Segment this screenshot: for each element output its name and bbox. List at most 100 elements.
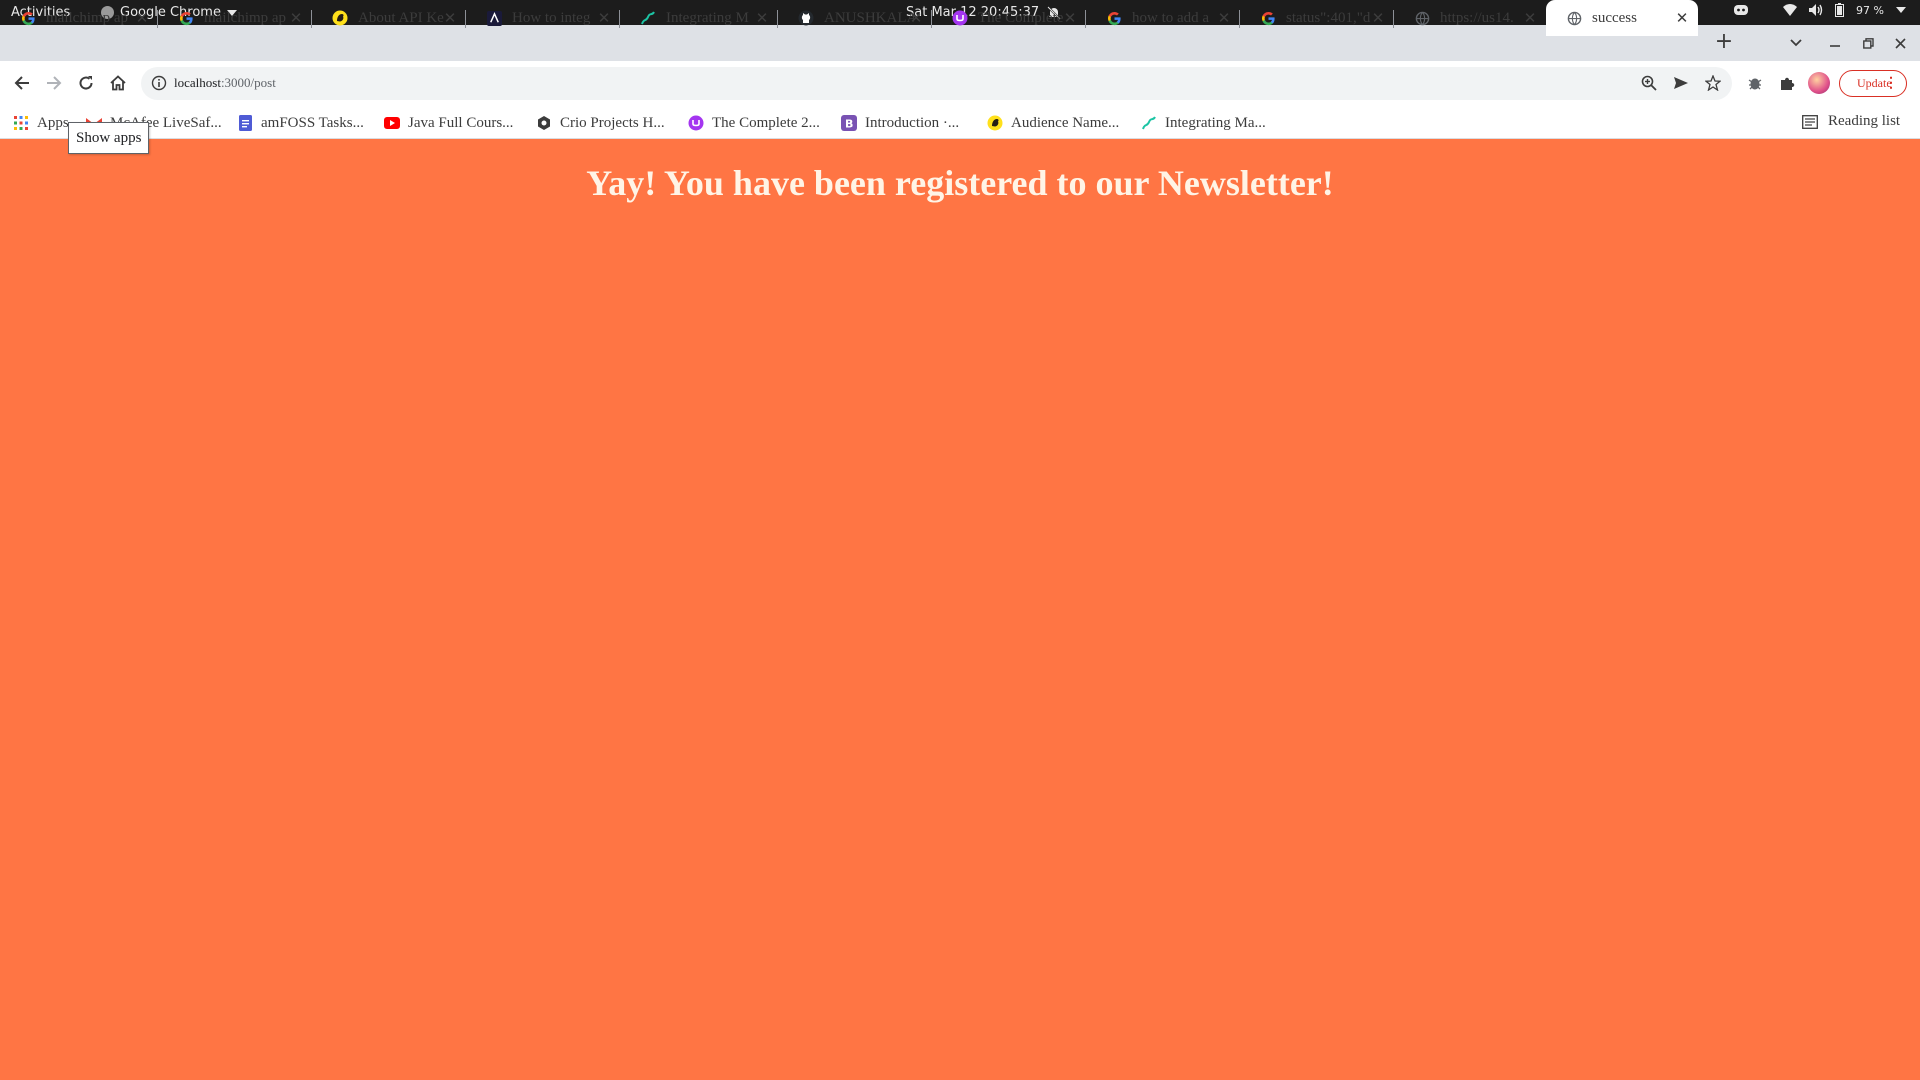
- tab-7[interactable]: how to add a ✕: [1086, 0, 1240, 36]
- tab-title: The Complete: [978, 9, 1064, 26]
- docs-icon: [237, 115, 253, 131]
- youtube-icon: [384, 115, 400, 131]
- apps-grid-icon: [13, 115, 29, 131]
- tab-5[interactable]: ANUSHKALA ✕: [778, 0, 932, 36]
- course-icon: [688, 115, 704, 131]
- tab-title: How to integ: [512, 9, 591, 26]
- system-tray[interactable]: 97 %: [1733, 3, 1906, 17]
- tab-active-success[interactable]: success ✕: [1546, 0, 1698, 36]
- puzzle-extensions-icon[interactable]: [1775, 71, 1799, 95]
- globe-icon: [1414, 10, 1430, 26]
- tab-8[interactable]: status":401,"d ✕: [1240, 0, 1394, 36]
- bookmarks-bar: Apps McAfee LiveSaf... amFOSS Tasks... J…: [0, 106, 1920, 139]
- tab-title: mailchimp ap: [204, 9, 287, 26]
- update-button[interactable]: Update ⋮: [1839, 70, 1907, 97]
- tooltip: Show apps: [68, 122, 150, 154]
- tab-search-button[interactable]: [1790, 25, 1802, 61]
- url-path: :3000/post: [220, 75, 276, 90]
- tab-title: About API Ke: [358, 9, 444, 26]
- home-icon[interactable]: [106, 71, 130, 95]
- close-icon[interactable]: ✕: [1062, 10, 1078, 26]
- bookmark-item[interactable]: Integrating Ma...: [1141, 113, 1266, 133]
- more-vert-icon: ⋮: [1884, 76, 1898, 91]
- tab-title: Integrating M: [666, 9, 749, 26]
- reading-list-button[interactable]: Reading list: [1802, 113, 1900, 130]
- close-icon[interactable]: ✕: [1216, 10, 1232, 26]
- close-icon[interactable]: ✕: [288, 10, 304, 26]
- tab-0[interactable]: mailchimp ap ✕: [0, 0, 158, 36]
- close-icon[interactable]: ✕: [1370, 10, 1386, 26]
- mailchimp-icon: [987, 115, 1003, 131]
- web-page-content: Yay! You have been registered to our New…: [0, 139, 1920, 1080]
- wifi-icon: [1783, 4, 1798, 16]
- restore-button[interactable]: [1863, 25, 1874, 61]
- integration-icon: [640, 10, 656, 26]
- back-icon[interactable]: [10, 71, 34, 95]
- dev-icon: [486, 10, 502, 26]
- info-icon[interactable]: [151, 75, 167, 91]
- bookmark-label: Crio Projects H...: [560, 114, 665, 131]
- tab-1[interactable]: mailchimp ap ✕: [158, 0, 312, 36]
- bookmark-label: amFOSS Tasks...: [261, 114, 364, 131]
- google-icon: [178, 10, 194, 26]
- tab-4[interactable]: Integrating M ✕: [620, 0, 778, 36]
- star-icon[interactable]: [1705, 75, 1721, 91]
- send-icon[interactable]: [1673, 75, 1689, 91]
- close-icon[interactable]: ✕: [1674, 10, 1690, 26]
- bookmark-label: Integrating Ma...: [1165, 114, 1266, 131]
- close-icon[interactable]: ✕: [134, 10, 150, 26]
- bookmark-item[interactable]: Audience Name...: [987, 113, 1119, 133]
- address-bar[interactable]: localhost:3000/post: [141, 67, 1732, 100]
- profile-avatar[interactable]: [1808, 72, 1830, 94]
- google-icon: [1106, 10, 1122, 26]
- tab-9[interactable]: https://us14. ✕: [1394, 0, 1546, 36]
- github-icon: [798, 10, 814, 26]
- chevron-down-icon: [1896, 7, 1906, 13]
- tab-title: mailchimp ap: [46, 9, 129, 26]
- mailchimp-icon: [332, 10, 348, 26]
- bookmark-label: Java Full Cours...: [408, 114, 514, 131]
- bookmark-item[interactable]: amFOSS Tasks...: [237, 113, 364, 133]
- new-tab-button[interactable]: +: [1712, 25, 1736, 61]
- bookmark-item[interactable]: Java Full Cours...: [384, 113, 513, 133]
- discord-icon[interactable]: [1733, 4, 1749, 16]
- minimize-button[interactable]: [1830, 25, 1840, 61]
- reload-icon[interactable]: [74, 71, 98, 95]
- battery-percent: 97 %: [1856, 3, 1884, 17]
- integration-icon: [1141, 115, 1157, 131]
- url-text[interactable]: localhost:3000/post: [174, 75, 276, 91]
- close-icon[interactable]: ✕: [442, 10, 458, 26]
- tab-title: status":401,"d: [1286, 9, 1371, 26]
- bookmark-item[interactable]: B Introduction ·...: [841, 113, 959, 133]
- close-icon[interactable]: ✕: [1522, 10, 1538, 26]
- course-icon: [952, 10, 968, 26]
- bookmark-label: The Complete 2...: [712, 114, 820, 131]
- tab-6[interactable]: The Complete ✕: [932, 0, 1086, 36]
- close-icon[interactable]: ✕: [908, 10, 924, 26]
- zoom-icon[interactable]: [1641, 75, 1657, 91]
- tab-title: https://us14.: [1440, 9, 1514, 26]
- reading-list-icon: [1802, 114, 1818, 129]
- tab-2[interactable]: About API Ke ✕: [312, 0, 466, 36]
- apps-shortcut[interactable]: Apps: [13, 113, 69, 133]
- forward-icon[interactable]: [42, 71, 66, 95]
- close-icon[interactable]: ✕: [596, 10, 612, 26]
- minimize-icon: [1830, 38, 1840, 48]
- globe-icon: [1566, 10, 1582, 26]
- tab-3[interactable]: How to integ ✕: [466, 0, 620, 36]
- google-icon: [1260, 10, 1276, 26]
- tab-title: ANUSHKALA: [824, 9, 914, 26]
- close-icon[interactable]: ✕: [754, 10, 770, 26]
- bookmark-item[interactable]: Crio Projects H...: [536, 113, 665, 133]
- close-window-button[interactable]: [1895, 25, 1906, 61]
- reading-list-label: Reading list: [1828, 113, 1901, 129]
- bookmark-item[interactable]: The Complete 2...: [688, 113, 820, 133]
- battery-icon: [1835, 3, 1845, 17]
- bug-extension-icon[interactable]: [1743, 71, 1767, 95]
- bootstrap-icon: B: [841, 115, 857, 131]
- chevron-down-icon: [1790, 39, 1802, 47]
- apps-label: Apps: [37, 114, 69, 131]
- svg-text:B: B: [845, 118, 853, 131]
- restore-icon: [1863, 37, 1874, 49]
- crio-icon: [536, 115, 552, 131]
